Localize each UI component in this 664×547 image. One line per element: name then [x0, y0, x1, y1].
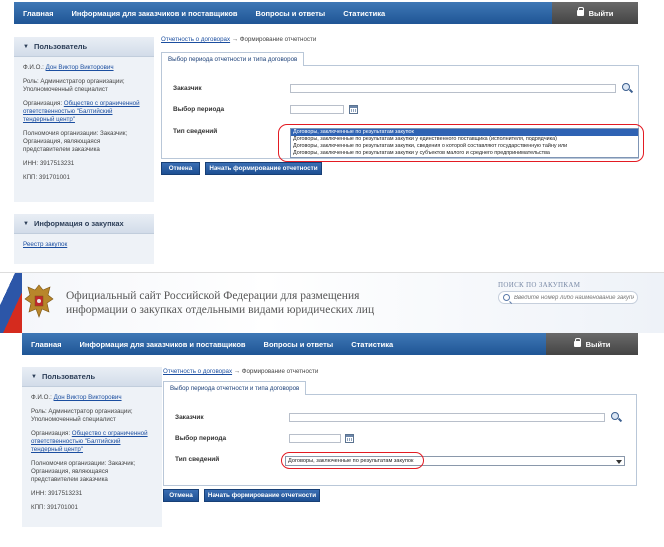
site-header: Официальный сайт Российской Федерации дл…	[0, 273, 664, 333]
period-label: Выбор периода	[175, 435, 227, 442]
screenshot-expanded-dropdown: Главная Информация для заказчиков и пост…	[0, 0, 664, 268]
period-input[interactable]	[289, 434, 341, 443]
breadcrumb-current: Формирование отчетности	[239, 36, 317, 43]
user-fio: Ф.И.О.: Дон Виктор Викторович	[31, 394, 122, 401]
info-type-option[interactable]: Договоры, заключенные по результатам зак…	[291, 136, 638, 143]
russian-flag-icon	[0, 273, 22, 333]
purchases-panel-header[interactable]: ▼ Информация о закупках	[14, 214, 154, 234]
customer-input[interactable]	[289, 413, 605, 422]
user-panel-title: Пользователь	[41, 372, 96, 381]
start-report-button[interactable]: Начать формирование отчетности	[205, 162, 322, 175]
user-fio: Ф.И.О.: Дон Виктор Викторович	[23, 64, 114, 71]
nav-info-customers-suppliers[interactable]: Информация для заказчиков и поставщиков	[63, 9, 247, 18]
user-role: Роль: Администратор организации; Уполном…	[31, 408, 133, 423]
coat-of-arms-icon	[24, 284, 54, 318]
tab-period-and-type[interactable]: Выбор периода отчетности и типа договоро…	[163, 381, 307, 395]
report-form	[163, 394, 637, 486]
site-title: Официальный сайт Российской Федерации дл…	[66, 290, 375, 316]
organization-powers: Полномочия организации: Заказчик; Органи…	[23, 130, 128, 153]
period-label: Выбор периода	[173, 106, 225, 113]
kpp-value: КПП: 391701001	[31, 504, 78, 511]
main-navbar: Главная Информация для заказчиков и пост…	[14, 2, 638, 24]
user-panel: ▼ Пользователь Ф.И.О.: Дон Виктор Виктор…	[14, 37, 154, 202]
purchases-registry-link[interactable]: Реестр закупок	[23, 241, 67, 248]
calendar-icon[interactable]	[349, 105, 358, 114]
screenshot-selected-value: Официальный сайт Российской Федерации дл…	[0, 272, 664, 547]
breadcrumb: Отчетность о договорах → Формирование от…	[161, 36, 317, 43]
breadcrumb-link[interactable]: Отчетность о договорах	[163, 368, 232, 375]
info-type-label: Тип сведений	[173, 128, 218, 135]
info-type-option[interactable]: Договоры, заключенные по результатам зак…	[291, 129, 638, 136]
purchases-panel: ▼ Информация о закупках Реестр закупок	[14, 214, 154, 264]
info-type-option[interactable]: Договоры, заключенные по результатам зак…	[291, 143, 638, 150]
search-icon[interactable]	[611, 412, 621, 422]
start-report-button[interactable]: Начать формирование отчетности	[204, 489, 320, 502]
chevron-down-icon: ▼	[23, 220, 29, 227]
logout-button[interactable]: Выйти	[546, 333, 638, 355]
lock-icon	[573, 338, 582, 347]
info-type-select[interactable]: Договоры, заключенные по результатам зак…	[285, 456, 625, 466]
user-organization: Организация: Общество с ограниченной отв…	[23, 100, 140, 123]
customer-label: Заказчик	[173, 85, 202, 92]
customer-label: Заказчик	[175, 414, 204, 421]
search-icon[interactable]	[622, 83, 632, 93]
user-role: Роль: Администратор организации; Уполном…	[23, 78, 125, 93]
nav-statistics[interactable]: Статистика	[334, 9, 394, 18]
breadcrumb-current: Формирование отчетности	[241, 368, 319, 375]
logout-label: Выйти	[585, 339, 611, 349]
tab-period-and-type[interactable]: Выбор периода отчетности и типа договоро…	[161, 52, 305, 66]
info-type-listbox[interactable]: Договоры, заключенные по результатам зак…	[290, 128, 639, 158]
cancel-button[interactable]: Отмена	[161, 162, 200, 175]
header-search-input[interactable]	[514, 294, 634, 301]
nav-statistics[interactable]: Статистика	[342, 340, 402, 349]
nav-home[interactable]: Главная	[22, 340, 71, 349]
customer-input[interactable]	[290, 84, 616, 93]
nav-faq[interactable]: Вопросы и ответы	[255, 340, 343, 349]
breadcrumb: Отчетность о договорах → Формирование от…	[163, 368, 319, 375]
nav-info-customers-suppliers[interactable]: Информация для заказчиков и поставщиков	[71, 340, 255, 349]
calendar-icon[interactable]	[345, 434, 354, 443]
user-panel-title: Пользователь	[33, 42, 88, 51]
chevron-down-icon[interactable]	[616, 459, 622, 464]
lock-icon	[576, 7, 585, 16]
cancel-button[interactable]: Отмена	[163, 489, 199, 502]
nav-home[interactable]: Главная	[14, 9, 63, 18]
chevron-down-icon: ▼	[31, 373, 37, 380]
header-search[interactable]	[498, 291, 638, 304]
user-panel: ▼ Пользователь Ф.И.О.: Дон Виктор Виктор…	[22, 367, 162, 527]
nav-faq[interactable]: Вопросы и ответы	[247, 9, 335, 18]
logout-label: Выйти	[588, 8, 614, 18]
user-panel-header[interactable]: ▼ Пользователь	[14, 37, 154, 57]
logout-button[interactable]: Выйти	[552, 2, 638, 24]
inn-value: ИНН: 3917513231	[23, 160, 75, 167]
kpp-value: КПП: 391701001	[23, 174, 70, 181]
info-type-option[interactable]: Договоры, заключенные по результатам зак…	[291, 150, 638, 157]
chevron-down-icon: ▼	[23, 43, 29, 50]
search-icon[interactable]	[503, 294, 510, 301]
user-fio-link[interactable]: Дон Виктор Викторович	[54, 394, 122, 401]
breadcrumb-link[interactable]: Отчетность о договорах	[161, 36, 230, 43]
info-type-selected-value: Договоры, заключенные по результатам зак…	[288, 458, 414, 464]
user-panel-header[interactable]: ▼ Пользователь	[22, 367, 162, 387]
main-navbar: Главная Информация для заказчиков и пост…	[22, 333, 546, 355]
info-type-label: Тип сведений	[175, 456, 220, 463]
user-fio-link[interactable]: Дон Виктор Викторович	[46, 64, 114, 71]
period-input[interactable]	[290, 105, 344, 114]
inn-value: ИНН: 3917513231	[31, 490, 83, 497]
organization-powers: Полномочия организации: Заказчик; Органи…	[31, 460, 136, 483]
search-title: ПОИСК ПО ЗАКУПКАМ	[498, 281, 581, 289]
purchases-panel-title: Информация о закупках	[33, 219, 124, 228]
user-organization: Организация: Общество с ограниченной отв…	[31, 430, 148, 453]
